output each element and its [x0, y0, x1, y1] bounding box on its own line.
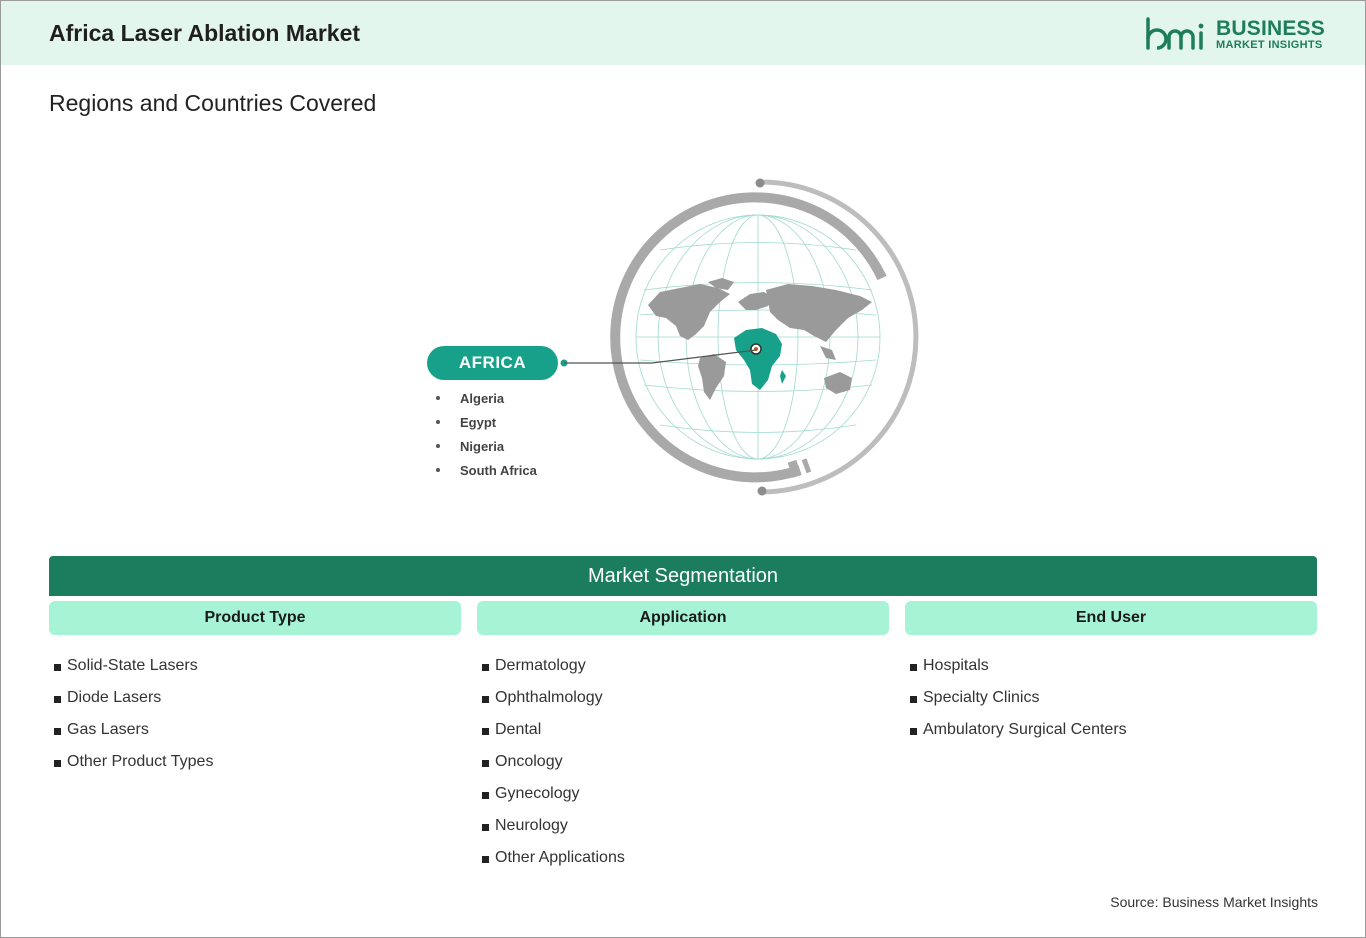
- square-bullet-icon: [482, 855, 489, 863]
- segment-list: Hospitals Specialty Clinics Ambulatory S…: [905, 650, 1317, 746]
- segment-item: Solid-State Lasers: [67, 657, 198, 674]
- segmentation-title: Market Segmentation: [49, 556, 1317, 596]
- segment-item: Diode Lasers: [67, 689, 162, 706]
- segment-list: Solid-State Lasers Diode Lasers Gas Lase…: [49, 650, 461, 778]
- source-note: Source: Business Market Insights: [1110, 894, 1318, 910]
- segment-item: Hospitals: [923, 657, 989, 674]
- segment-column-product-type: Product Type Solid-State Lasers Diode La…: [49, 601, 461, 778]
- segment-list: Dermatology Ophthalmology Dental Oncolog…: [477, 650, 889, 874]
- list-item: South Africa: [434, 458, 537, 482]
- square-bullet-icon: [482, 727, 489, 735]
- list-item: Oncology: [482, 746, 889, 778]
- list-item: Egypt: [434, 410, 537, 434]
- list-item: Nigeria: [434, 434, 537, 458]
- logo-line1: BUSINESS: [1216, 17, 1325, 40]
- segment-item: Other Product Types: [67, 753, 214, 770]
- segment-header: Product Type: [49, 601, 461, 635]
- segment-header: Application: [477, 601, 889, 635]
- list-item: Other Applications: [482, 842, 889, 874]
- list-item: Diode Lasers: [54, 682, 461, 714]
- bullet-icon: [436, 444, 440, 448]
- square-bullet-icon: [54, 727, 61, 735]
- list-item: Algeria: [434, 386, 537, 410]
- list-item: Gas Lasers: [54, 714, 461, 746]
- list-item: Ophthalmology: [482, 682, 889, 714]
- square-bullet-icon: [54, 759, 61, 767]
- segment-header: End User: [905, 601, 1317, 635]
- list-item: Gynecology: [482, 778, 889, 810]
- header-bar: Africa Laser Ablation Market BUSINESS MA…: [1, 1, 1365, 65]
- segment-item: Ophthalmology: [495, 689, 603, 706]
- region-label-africa: AFRICA: [427, 346, 558, 380]
- bullet-icon: [436, 396, 440, 400]
- square-bullet-icon: [54, 663, 61, 671]
- list-item: Dental: [482, 714, 889, 746]
- bmi-logo-icon: [1146, 17, 1204, 50]
- square-bullet-icon: [482, 823, 489, 831]
- segment-item: Gynecology: [495, 785, 580, 802]
- country-list: Algeria Egypt Nigeria South Africa: [434, 386, 537, 482]
- square-bullet-icon: [910, 663, 917, 671]
- country-name: Egypt: [460, 414, 497, 430]
- region-connector-line: [560, 349, 757, 367]
- list-item: Dermatology: [482, 650, 889, 682]
- globe-icon: [610, 178, 919, 496]
- square-bullet-icon: [482, 791, 489, 799]
- country-name: Algeria: [460, 390, 505, 406]
- segment-item: Ambulatory Surgical Centers: [923, 721, 1127, 738]
- square-bullet-icon: [482, 663, 489, 671]
- square-bullet-icon: [482, 759, 489, 767]
- square-bullet-icon: [482, 695, 489, 703]
- country-name: South Africa: [460, 462, 537, 478]
- bullet-icon: [436, 468, 440, 472]
- square-bullet-icon: [54, 695, 61, 703]
- bmi-logo: BUSINESS MARKET INSIGHTS: [1144, 15, 1325, 55]
- page-title: Africa Laser Ablation Market: [49, 20, 361, 46]
- list-item: Neurology: [482, 810, 889, 842]
- list-item: Hospitals: [910, 650, 1317, 682]
- list-item: Other Product Types: [54, 746, 461, 778]
- list-item: Solid-State Lasers: [54, 650, 461, 682]
- country-name: Nigeria: [460, 438, 505, 454]
- square-bullet-icon: [910, 727, 917, 735]
- logo-line2: MARKET INSIGHTS: [1216, 39, 1323, 51]
- segment-item: Oncology: [495, 753, 563, 770]
- segment-item: Dental: [495, 721, 542, 738]
- segment-item: Neurology: [495, 817, 568, 834]
- world-globe-graphic: [600, 170, 930, 500]
- segment-column-application: Application Dermatology Ophthalmology De…: [477, 601, 889, 874]
- square-bullet-icon: [910, 695, 917, 703]
- list-item: Ambulatory Surgical Centers: [910, 714, 1317, 746]
- segment-column-end-user: End User Hospitals Specialty Clinics Amb…: [905, 601, 1317, 746]
- segment-item: Other Applications: [495, 849, 625, 866]
- list-item: Specialty Clinics: [910, 682, 1317, 714]
- segment-item: Specialty Clinics: [923, 689, 1040, 706]
- bullet-icon: [436, 420, 440, 424]
- regions-title: Regions and Countries Covered: [49, 90, 377, 116]
- segment-item: Gas Lasers: [67, 721, 149, 738]
- segment-item: Dermatology: [495, 657, 586, 674]
